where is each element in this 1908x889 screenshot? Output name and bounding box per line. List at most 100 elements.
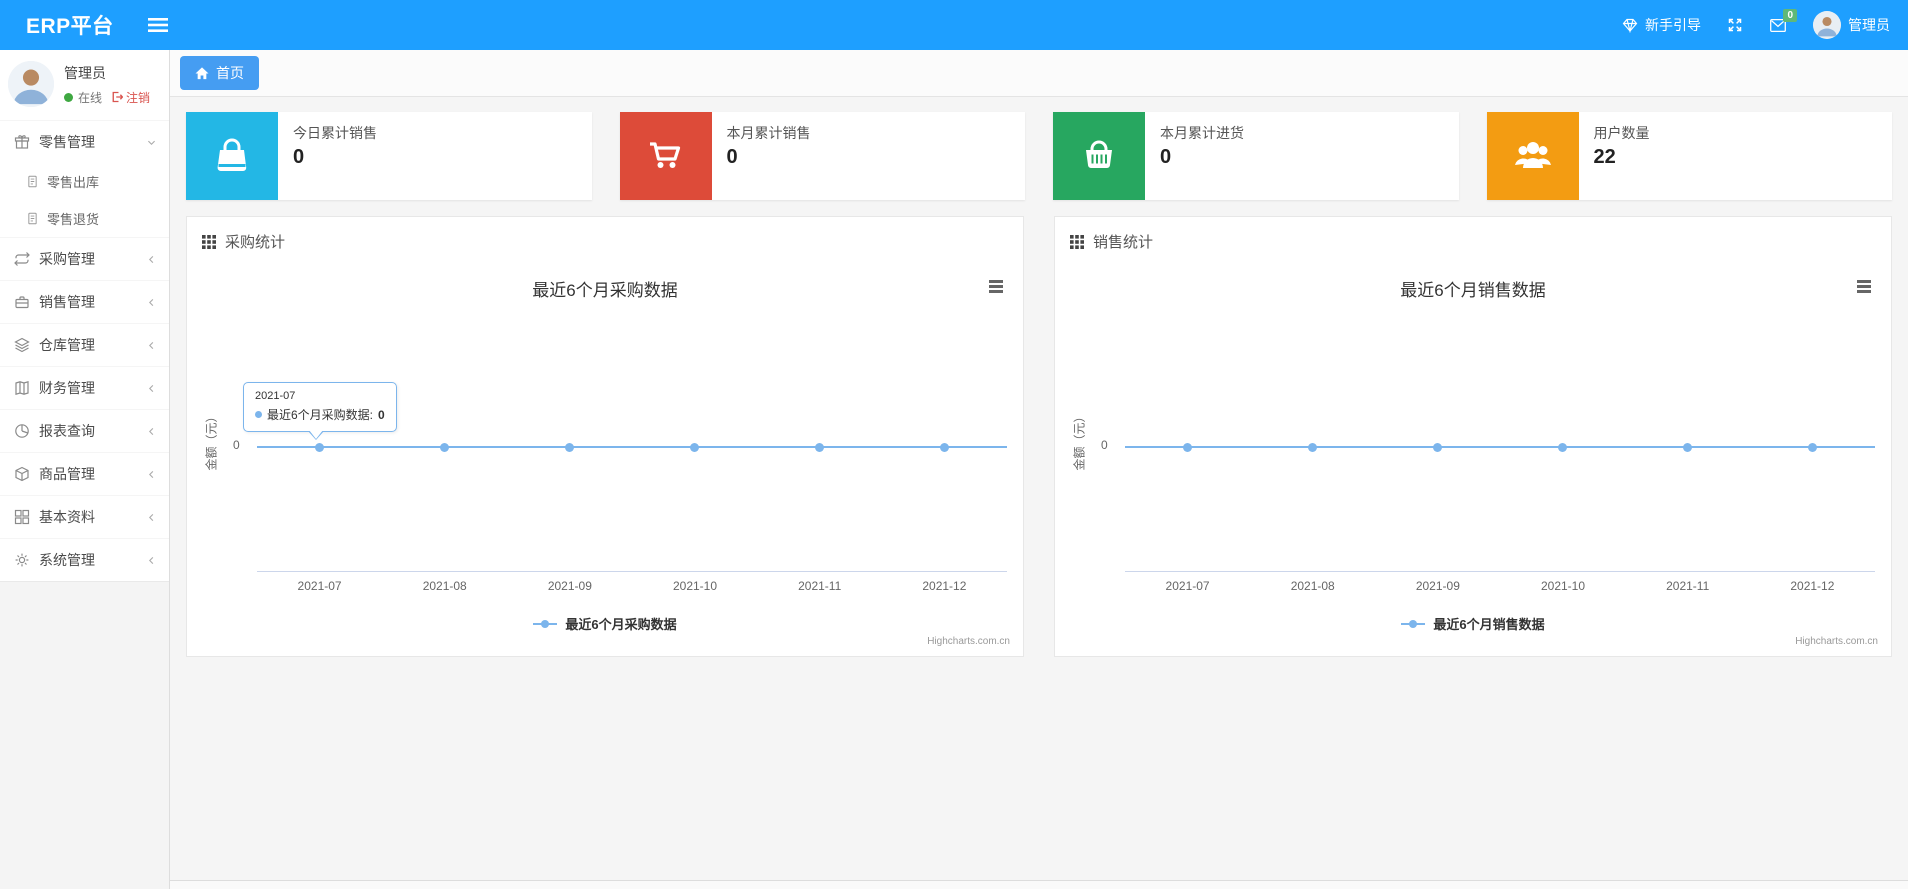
sidebar-item-purchase[interactable]: 采购管理 — [0, 237, 169, 280]
stat-card-month-sales[interactable]: 本月累计销售 0 — [619, 112, 1025, 200]
grid-icon — [14, 509, 30, 525]
x-tick: 2021-09 — [1415, 579, 1460, 593]
data-point[interactable] — [1308, 442, 1317, 452]
x-tick: 2021-12 — [922, 579, 967, 593]
user-menu[interactable]: 管理员 — [1813, 11, 1890, 39]
top-navbar: ERP平台 新手引导 0 管理员 — [0, 0, 1908, 50]
legend-item[interactable]: 最近6个月销售数据 — [1055, 614, 1891, 633]
chevron-left-icon — [149, 384, 154, 392]
x-tick: 2021-10 — [1540, 579, 1586, 593]
chart-context-menu-button[interactable] — [1857, 280, 1871, 295]
stat-card-today-sales[interactable]: 今日累计销售 0 — [186, 112, 592, 200]
data-point[interactable] — [1683, 442, 1692, 452]
repeat-icon — [14, 252, 30, 266]
data-point[interactable] — [440, 442, 449, 452]
app-brand: ERP平台 — [26, 15, 114, 38]
chart-tooltip: 2021-07 最近6个月采购数据: 0 — [243, 382, 397, 440]
series-points — [257, 438, 1007, 456]
panel-title: 采购统计 — [225, 234, 286, 251]
sidebar-item-warehouse[interactable]: 仓库管理 — [0, 323, 169, 366]
layers-icon — [14, 337, 30, 353]
box-icon — [15, 466, 29, 482]
ledger-icon — [15, 380, 29, 396]
highcharts-credits-link[interactable]: Highcharts.com.cn — [1795, 636, 1878, 647]
legend-item[interactable]: 最近6个月采购数据 — [187, 614, 1023, 633]
tooltip-value: 0 — [378, 407, 385, 422]
sidebar-item-retail-out[interactable]: 零售出库 — [0, 163, 169, 200]
y-axis-label: 金额（元） — [1072, 410, 1087, 471]
data-point[interactable] — [690, 442, 699, 452]
home-icon — [195, 66, 209, 79]
panel-header: 采购统计 — [187, 217, 1023, 264]
file-icon — [28, 212, 37, 225]
tab-home[interactable]: 首页 — [180, 56, 259, 90]
sidebar-item-sales[interactable]: 销售管理 — [0, 280, 169, 323]
sidebar-item-finance[interactable]: 财务管理 — [0, 366, 169, 409]
sidebar-item-label: 销售管理 — [39, 294, 95, 310]
y-axis-tick: 0 — [233, 438, 240, 452]
sales-chart: 最近6个月销售数据 金额（元） 0 2021-07 2021-08 2021-0… — [1055, 264, 1891, 656]
guide-button[interactable]: 新手引导 — [1622, 15, 1701, 35]
users-icon — [1486, 112, 1579, 200]
online-status-icon — [64, 92, 73, 102]
cart-icon — [619, 112, 712, 200]
data-point[interactable] — [815, 442, 824, 452]
data-point[interactable] — [1183, 442, 1192, 452]
sidebar-item-label: 零售管理 — [39, 134, 95, 150]
hamburger-icon — [147, 18, 168, 32]
sidebar-item-label: 采购管理 — [39, 251, 95, 267]
tooltip-marker-icon — [255, 411, 262, 418]
x-tick: 2021-09 — [547, 579, 592, 593]
sidebar-submenu-retail: 零售出库 零售退货 — [0, 163, 169, 237]
chevron-left-icon — [149, 470, 154, 478]
stat-cards-row: 今日累计销售 0 本月累计销售 0 本月累计进货 0 用户数量 22 — [186, 112, 1892, 200]
data-point[interactable] — [565, 442, 574, 452]
chevron-down-icon — [148, 140, 155, 145]
stat-card-month-purchase[interactable]: 本月累计进货 0 — [1053, 112, 1459, 200]
sidebar: 管理员 在线 注销 零售管理 零售出库 零售退货 采购管理 销售管理 仓库管理 … — [0, 50, 170, 889]
basket-icon — [1053, 112, 1145, 200]
logout-label: 注销 — [126, 90, 151, 105]
stat-card-value: 22 — [1593, 146, 1616, 168]
stat-card-label: 本月累计销售 — [726, 125, 811, 141]
tab-home-label: 首页 — [216, 65, 244, 81]
chart-context-menu-button[interactable] — [989, 280, 1003, 295]
file-icon — [28, 175, 37, 188]
data-point[interactable] — [1433, 442, 1442, 452]
stat-card-user-count[interactable]: 用户数量 22 — [1486, 112, 1892, 200]
x-tick: 2021-10 — [672, 579, 718, 593]
sidebar-toggle-button[interactable] — [142, 11, 174, 39]
sidebar-item-retail[interactable]: 零售管理 — [0, 120, 169, 163]
stat-card-value: 0 — [726, 146, 738, 168]
navbar-user-label: 管理员 — [1848, 17, 1890, 33]
sidebar-menu: 零售管理 零售出库 零售退货 采购管理 销售管理 仓库管理 财务管理 报表查询 … — [0, 120, 169, 581]
x-tick: 2021-08 — [1290, 579, 1335, 593]
x-tick: 2021-11 — [798, 579, 842, 593]
legend-marker-icon — [533, 619, 558, 628]
panel-header: 销售统计 — [1055, 217, 1891, 264]
sidebar-item-reports[interactable]: 报表查询 — [0, 409, 169, 452]
series-points — [1125, 438, 1875, 456]
highcharts-credits-link[interactable]: Highcharts.com.cn — [927, 636, 1010, 647]
fullscreen-icon — [1728, 18, 1742, 32]
sidebar-user-panel: 管理员 在线 注销 — [0, 50, 169, 120]
data-point[interactable] — [1558, 442, 1567, 452]
data-point[interactable] — [940, 442, 949, 452]
tab-bar: 首页 — [170, 50, 1908, 97]
page-footer — [170, 880, 1908, 889]
sidebar-avatar — [8, 61, 54, 107]
messages-button[interactable]: 0 — [1769, 8, 1797, 33]
y-axis-tick: 0 — [1101, 438, 1108, 452]
main-area: 首页 今日累计销售 0 本月累计销售 0 本月累计进货 0 用户数量 22 采购… — [170, 50, 1908, 889]
dashboard-content: 今日累计销售 0 本月累计销售 0 本月累计进货 0 用户数量 22 采购统计 … — [170, 97, 1908, 880]
gift-icon — [14, 135, 30, 149]
data-point[interactable] — [315, 442, 324, 452]
logout-link[interactable]: 注销 — [111, 89, 150, 106]
sidebar-item-basic-data[interactable]: 基本资料 — [0, 495, 169, 538]
x-tick: 2021-07 — [297, 579, 342, 593]
sidebar-item-system[interactable]: 系统管理 — [0, 538, 169, 581]
sidebar-item-retail-return[interactable]: 零售退货 — [0, 200, 169, 237]
data-point[interactable] — [1808, 442, 1817, 452]
fullscreen-button[interactable] — [1727, 17, 1743, 33]
sidebar-item-products[interactable]: 商品管理 — [0, 452, 169, 495]
